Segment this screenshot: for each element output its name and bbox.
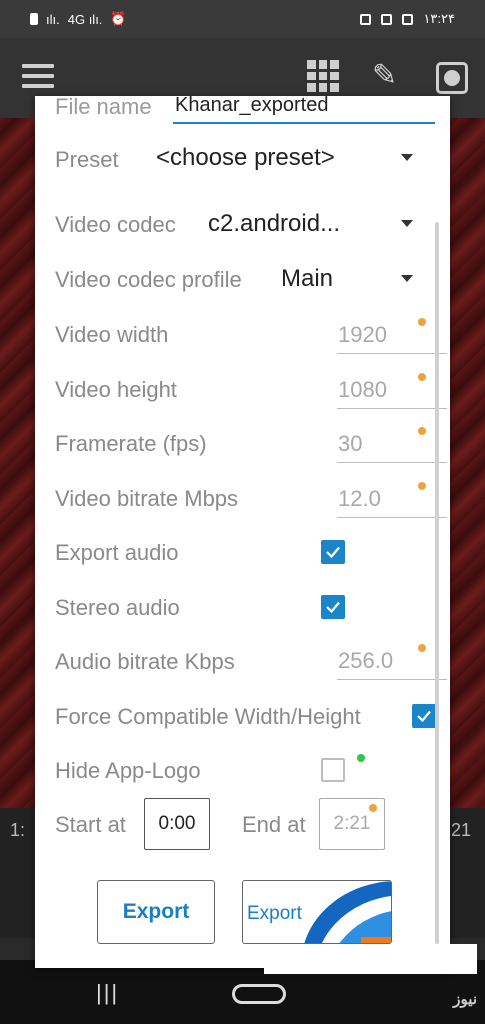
trim-row: Start at 0:00 End at 2:21 (55, 798, 435, 854)
status-dot (418, 318, 426, 326)
check-icon (326, 546, 340, 559)
export-button[interactable]: Export (97, 880, 215, 944)
watermark-logo: نیوز (453, 991, 477, 1008)
hide-app-logo-label: Hide App-Logo (55, 758, 201, 783)
home-button[interactable] (232, 984, 286, 1004)
stereo-audio-checkbox[interactable] (321, 595, 345, 619)
video-width-row: Video width 1920 (55, 318, 447, 358)
hide-app-logo-row: Hide App-Logo (55, 754, 435, 790)
audio-bitrate-field[interactable]: 256.0 (337, 644, 447, 680)
force-compatible-checkbox[interactable] (412, 704, 436, 728)
status-dot (369, 804, 377, 812)
preset-value: <choose preset> (156, 144, 335, 171)
download-icon[interactable] (436, 62, 468, 94)
check-icon (417, 710, 431, 723)
video-height-field[interactable]: 1080 (337, 373, 447, 409)
preset-label: Preset (55, 147, 119, 172)
video-codec-profile-value: Main (281, 265, 334, 292)
video-codec-profile-spinner[interactable]: Video codec profile Main (55, 263, 435, 303)
menu-icon[interactable] (22, 64, 54, 94)
file-name-field[interactable]: Khanar_exported (173, 96, 435, 124)
signal-indicator-2: 4G ılı. (67, 11, 103, 27)
status-dot (418, 644, 426, 652)
chevron-down-icon (401, 275, 413, 282)
export-dialog: File name Khanar_exported Preset <choose… (35, 96, 450, 968)
status-dot (418, 373, 426, 381)
force-compatible-row: Force Compatible Width/Height (55, 702, 450, 736)
export-alt-label: Export (247, 903, 302, 924)
framerate-label: Framerate (fps) (55, 431, 207, 456)
clock: ۱۳:۲۴ (423, 11, 455, 26)
video-width-field[interactable]: 1920 (337, 318, 447, 354)
end-at-label: End at (242, 812, 306, 837)
video-codec-label: Video codec (55, 212, 176, 237)
start-at-label: Start at (55, 812, 126, 837)
image-icon (402, 13, 414, 25)
timeline-end-time: 21 (450, 820, 471, 840)
video-width-label: Video width (55, 322, 169, 347)
start-at-field[interactable]: 0:00 (144, 798, 210, 850)
video-bitrate-field[interactable]: 12.0 (337, 482, 447, 518)
status-dot (418, 427, 426, 435)
stereo-audio-row: Stereo audio (55, 593, 435, 627)
record-icon (381, 13, 393, 25)
export-alt-button[interactable]: Export (242, 880, 392, 944)
framerate-field[interactable]: 30 (337, 427, 447, 463)
grid-icon[interactable] (307, 60, 339, 92)
brand-logo-layer (361, 937, 391, 943)
timeline-start-time: 1: (10, 820, 26, 840)
hide-app-logo-checkbox[interactable] (321, 758, 345, 782)
check-icon (326, 601, 340, 614)
pencil-icon[interactable]: ✎ (372, 58, 397, 93)
chevron-down-icon (401, 154, 413, 161)
video-codec-spinner[interactable]: Video codec c2.android... (55, 208, 435, 248)
dialog-scrollbar[interactable] (435, 222, 439, 944)
preset-spinner[interactable]: Preset <choose preset> (55, 144, 435, 184)
export-audio-checkbox[interactable] (321, 540, 345, 564)
video-codec-profile-label: Video codec profile (55, 267, 242, 292)
notification-check-icon (360, 13, 372, 25)
signal-indicator: ılı. (46, 11, 60, 27)
chevron-down-icon (401, 220, 413, 227)
status-dot (418, 482, 426, 490)
status-dot (357, 754, 365, 762)
video-bitrate-row: Video bitrate Mbps 12.0 (55, 482, 447, 522)
video-height-row: Video height 1080 (55, 373, 447, 413)
lock-icon (30, 13, 38, 25)
stereo-audio-label: Stereo audio (55, 595, 180, 620)
force-compatible-label: Force Compatible Width/Height (55, 704, 361, 729)
framerate-row: Framerate (fps) 30 (55, 427, 447, 467)
alarm-icon: ⏰ (110, 11, 127, 26)
status-bar: ılı. 4G ılı. ⏰ ۱۳:۲۴ (0, 0, 485, 38)
audio-bitrate-label: Audio bitrate Kbps (55, 649, 235, 674)
video-height-label: Video height (55, 377, 177, 402)
recents-button[interactable]: ||| (96, 980, 119, 1006)
file-name-label: File name (55, 96, 152, 119)
video-bitrate-label: Video bitrate Mbps (55, 486, 239, 511)
export-audio-row: Export audio (55, 538, 435, 572)
video-codec-value: c2.android... (208, 210, 341, 237)
overlay-bar (264, 944, 477, 974)
export-audio-label: Export audio (55, 540, 179, 565)
audio-bitrate-row: Audio bitrate Kbps 256.0 (55, 644, 447, 684)
